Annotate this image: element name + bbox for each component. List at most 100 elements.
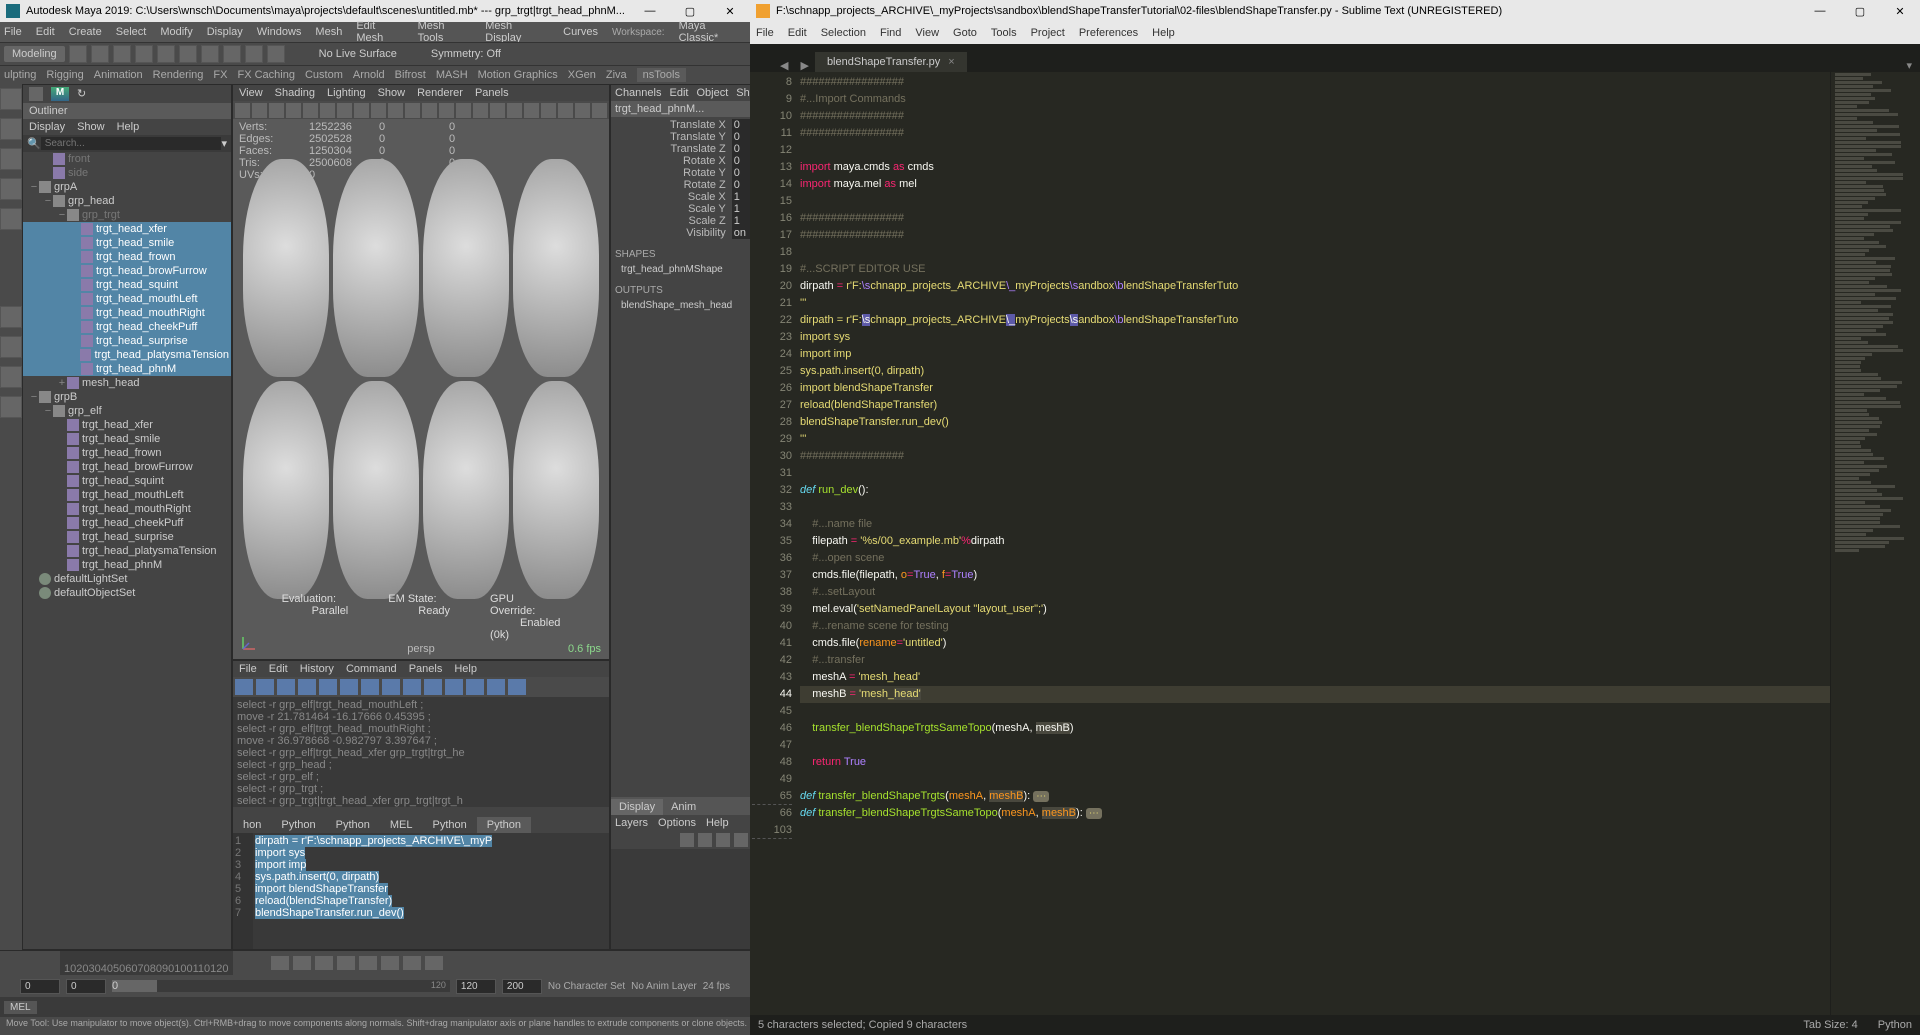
channel-object-name[interactable]: trgt_head_phnM...: [611, 101, 768, 117]
menu-item[interactable]: Renderer: [417, 87, 463, 99]
outliner-item[interactable]: defaultObjectSet: [23, 586, 231, 600]
live-surface-label[interactable]: No Live Surface: [319, 48, 397, 60]
outliner-item[interactable]: trgt_head_browFurrow: [23, 460, 231, 474]
cmd-lang[interactable]: MEL: [4, 1001, 37, 1014]
symmetry-label[interactable]: Symmetry: Off: [431, 48, 501, 60]
script-icon[interactable]: [424, 679, 442, 695]
script-tab[interactable]: MEL: [380, 817, 423, 833]
end-frame[interactable]: [502, 979, 542, 994]
shelf-tab[interactable]: Custom: [305, 69, 343, 81]
fps-dropdown[interactable]: 24 fps: [703, 981, 730, 992]
workspace-dropdown[interactable]: Maya Classic*: [679, 20, 746, 44]
shelf-tab[interactable]: Motion Graphics: [478, 69, 558, 81]
viewport-icon[interactable]: [405, 103, 420, 118]
shelf-tab[interactable]: Rendering: [153, 69, 204, 81]
outliner-item[interactable]: trgt_head_cheekPuff: [23, 516, 231, 530]
menu-item[interactable]: History: [300, 663, 334, 675]
menu-item[interactable]: Display: [29, 121, 65, 133]
script-icon[interactable]: [487, 679, 505, 695]
maximize-button[interactable]: ▢: [1846, 1, 1874, 21]
close-button[interactable]: ✕: [716, 1, 744, 21]
script-icon[interactable]: [340, 679, 358, 695]
menu-item[interactable]: Help: [454, 663, 477, 675]
channel-attr[interactable]: Rotate Z0: [613, 179, 766, 191]
channel-attr[interactable]: Scale Z1: [613, 215, 766, 227]
viewport-icon[interactable]: [388, 103, 403, 118]
outliner-item[interactable]: trgt_head_surprise: [23, 530, 231, 544]
script-icon[interactable]: [508, 679, 526, 695]
script-tab[interactable]: Python: [422, 817, 476, 833]
step-back-icon[interactable]: [293, 956, 311, 970]
menu-mesh tools[interactable]: Mesh Tools: [418, 20, 472, 44]
viewport-icon[interactable]: [235, 103, 250, 118]
menu-modify[interactable]: Modify: [160, 26, 192, 38]
channel-attr[interactable]: Translate Z0: [613, 143, 766, 155]
menu-item[interactable]: Channels: [615, 87, 661, 99]
menu-goto[interactable]: Goto: [953, 27, 977, 39]
status-syntax[interactable]: Python: [1878, 1019, 1912, 1031]
next-key-icon[interactable]: [381, 956, 399, 970]
channel-attr[interactable]: Rotate X0: [613, 155, 766, 167]
outliner-item[interactable]: trgt_head_squint: [23, 474, 231, 488]
close-button[interactable]: ✕: [1886, 1, 1914, 21]
viewport-icon[interactable]: [269, 103, 284, 118]
script-icon[interactable]: [319, 679, 337, 695]
select-tool-icon[interactable]: [0, 88, 22, 110]
start-range[interactable]: [66, 979, 106, 994]
code-area[interactable]: ##################...Import Commands####…: [800, 72, 1830, 1015]
outliner-item[interactable]: trgt_head_mouthRight: [23, 306, 231, 320]
menu-edit mesh[interactable]: Edit Mesh: [356, 20, 403, 44]
rotate-tool-icon[interactable]: [0, 178, 22, 200]
shelf-icon[interactable]: [91, 45, 109, 63]
script-icon[interactable]: [466, 679, 484, 695]
outliner-item[interactable]: trgt_head_frown: [23, 250, 231, 264]
mode-dropdown[interactable]: Modeling: [4, 46, 65, 62]
chevron-down-icon[interactable]: ▾: [221, 137, 227, 150]
menu-find[interactable]: Find: [880, 27, 901, 39]
fast-fwd-icon[interactable]: [425, 956, 443, 970]
play-icon[interactable]: [359, 956, 377, 970]
viewport-icon[interactable]: [524, 103, 539, 118]
line-gutter[interactable]: 8910111213141516171819202122232425262728…: [750, 72, 800, 1015]
shape-name[interactable]: trgt_head_phnMShape: [611, 262, 768, 277]
viewport-icon[interactable]: [252, 103, 267, 118]
menu-windows[interactable]: Windows: [257, 26, 302, 38]
shelf-tab[interactable]: Arnold: [353, 69, 385, 81]
tab-next-icon[interactable]: ▶: [794, 59, 814, 72]
viewport-icon[interactable]: [575, 103, 590, 118]
menu-display[interactable]: Display: [207, 26, 243, 38]
minimap[interactable]: [1830, 72, 1920, 1015]
shelf-icon[interactable]: [223, 45, 241, 63]
menu-mesh[interactable]: Mesh: [315, 26, 342, 38]
layer-tab[interactable]: Display: [611, 799, 663, 815]
menu-tools[interactable]: Tools: [991, 27, 1017, 39]
menu-selection[interactable]: Selection: [821, 27, 866, 39]
viewport-icon[interactable]: [473, 103, 488, 118]
outliner-item[interactable]: trgt_head_platysmaTension: [23, 544, 231, 558]
outliner-item[interactable]: +mesh_head: [23, 376, 231, 390]
viewport-icon[interactable]: [490, 103, 505, 118]
script-icon[interactable]: [235, 679, 253, 695]
menu-item[interactable]: Edit: [669, 87, 688, 99]
outliner-item[interactable]: side: [23, 166, 231, 180]
shelf-icon[interactable]: [201, 45, 219, 63]
channel-attr[interactable]: Translate X0: [613, 119, 766, 131]
refresh-icon[interactable]: ↻: [77, 87, 91, 101]
tab-prev-icon[interactable]: ◀: [774, 59, 794, 72]
range-handle[interactable]: 0: [112, 980, 157, 992]
channel-attr[interactable]: Scale X1: [613, 191, 766, 203]
maximize-button[interactable]: ▢: [676, 1, 704, 21]
shelf-tab[interactable]: ulpting: [4, 69, 36, 81]
menu-item[interactable]: Panels: [475, 87, 509, 99]
layer-btn-icon[interactable]: [716, 833, 730, 847]
layer-btn-icon[interactable]: [680, 833, 694, 847]
shelf-tab[interactable]: XGen: [568, 69, 596, 81]
prev-key-icon[interactable]: [315, 956, 333, 970]
time-slider[interactable]: 102030405060708090100110120: [60, 951, 233, 975]
layer-btn-icon[interactable]: [734, 833, 748, 847]
shelf-tab[interactable]: MASH: [436, 69, 468, 81]
viewport-icon[interactable]: [439, 103, 454, 118]
viewport[interactable]: Verts:125223600Edges:250252800Faces:1250…: [233, 119, 609, 659]
outliner-item[interactable]: trgt_head_xfer: [23, 222, 231, 236]
menu-view[interactable]: View: [915, 27, 939, 39]
